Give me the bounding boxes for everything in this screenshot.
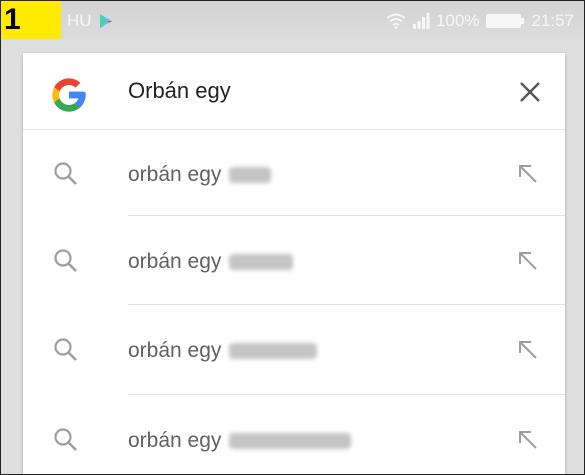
search-icon [54, 162, 77, 185]
search-suggestions-card: Orbán egy orbán egy orbán egy orbán egy … [23, 53, 565, 474]
search-bar[interactable]: Orbán egy [23, 53, 565, 130]
arrow-up-left-icon[interactable] [517, 429, 539, 451]
google-g-icon [52, 78, 86, 112]
wifi-icon [386, 13, 406, 29]
blurred-text [229, 167, 272, 184]
search-query[interactable]: Orbán egy [128, 78, 231, 104]
blurred-text [229, 343, 318, 360]
arrow-up-left-icon[interactable] [517, 339, 539, 361]
clock: 21:57 [531, 11, 574, 30]
search-icon [54, 428, 77, 451]
suggestion-row[interactable]: orbán egy [23, 395, 565, 474]
close-icon[interactable] [517, 79, 543, 105]
step-badge: 1 [1, 1, 61, 39]
status-bar: 1 HU 100% 21:57 [1, 1, 584, 41]
signal-icon [412, 13, 430, 29]
battery-icon [486, 14, 525, 28]
battery-percent: 100% [435, 11, 480, 30]
suggestion-row[interactable]: orbán egy [23, 305, 565, 395]
suggestion-row[interactable]: orbán egy [23, 216, 565, 306]
arrow-up-left-icon[interactable] [517, 163, 539, 185]
blurred-text [229, 254, 294, 271]
suggestion-text: orbán egy [128, 250, 294, 274]
suggestion-row[interactable]: orbán egy [23, 129, 565, 219]
suggestion-text: orbán egy [128, 339, 318, 363]
suggestion-text: orbán egy [128, 429, 352, 453]
carrier-label: HU [67, 11, 92, 30]
search-icon [54, 249, 77, 272]
blurred-text [229, 433, 352, 450]
suggestion-text: orbán egy [128, 163, 272, 187]
status-icons: 100% 21:57 [386, 11, 574, 31]
search-icon [54, 338, 77, 361]
screen: 1 HU 100% 21:57 Orbán egy orbán egy orbá… [0, 0, 585, 475]
play-store-icon [100, 14, 112, 28]
arrow-up-left-icon[interactable] [517, 250, 539, 272]
